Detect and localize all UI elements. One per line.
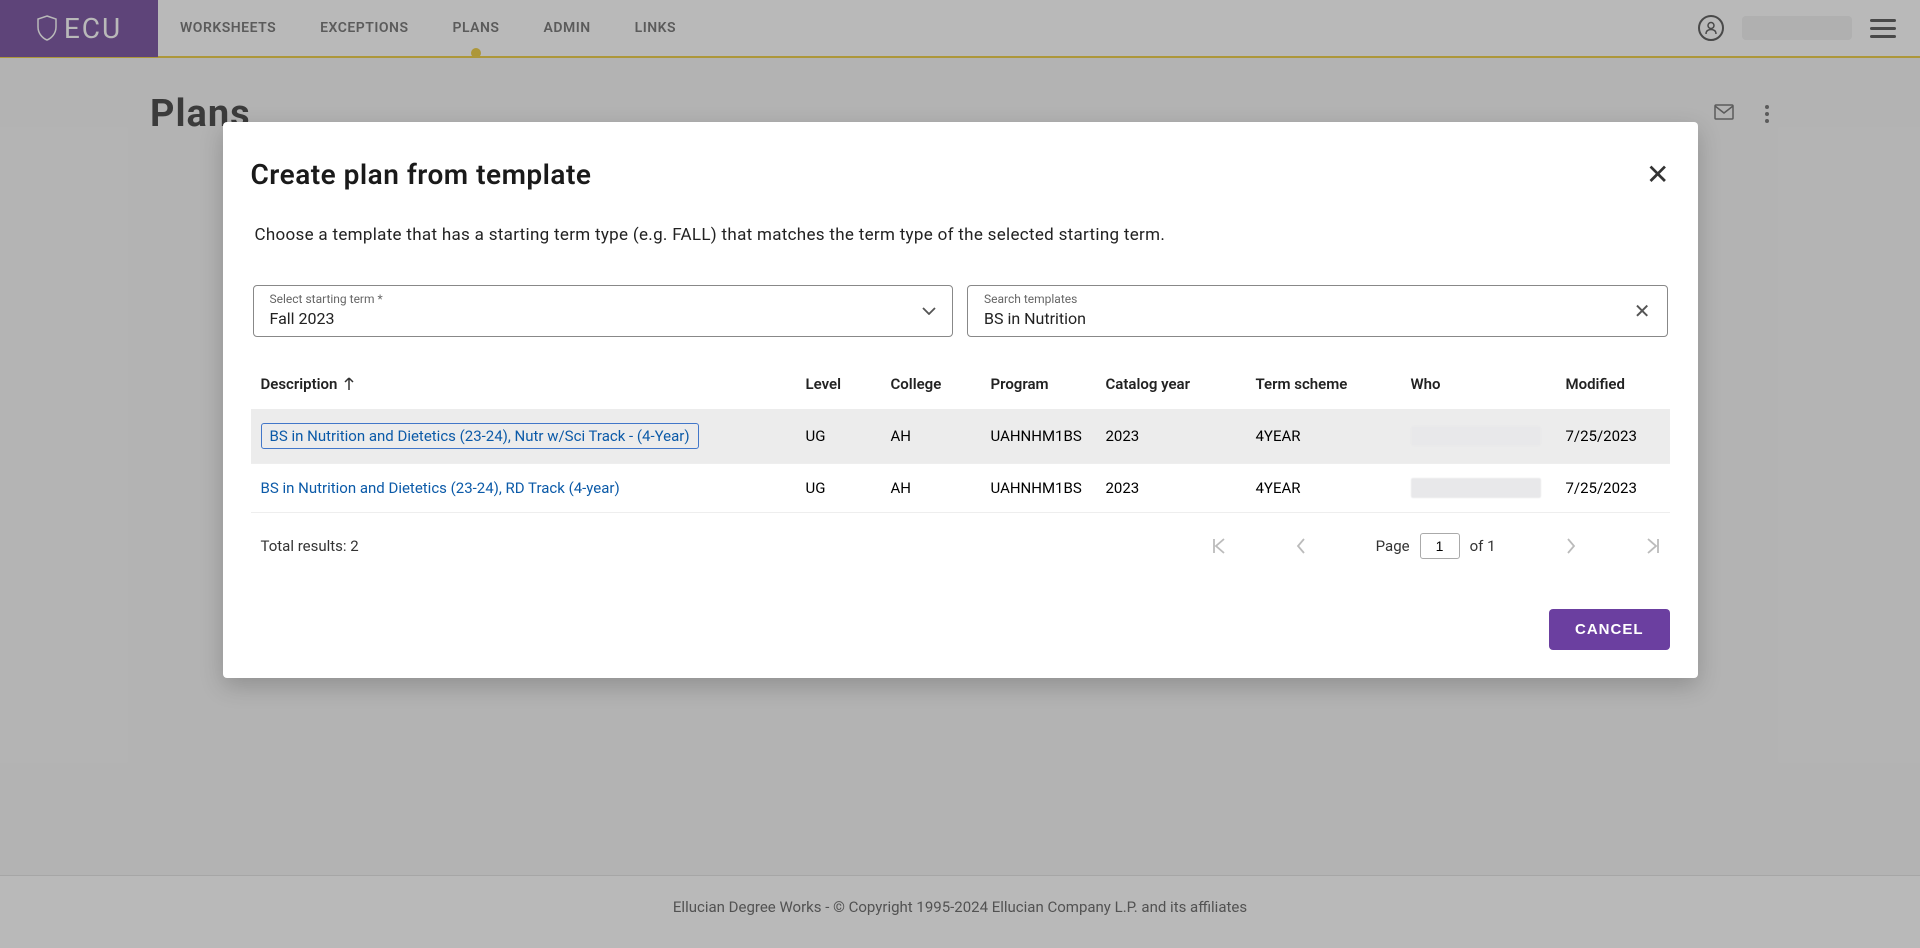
col-modified[interactable]: Modified (1566, 375, 1660, 393)
page-label: Page (1376, 537, 1410, 555)
close-icon[interactable]: ✕ (1646, 161, 1669, 189)
col-college[interactable]: College (891, 375, 991, 393)
pagination: Page of 1 (1212, 533, 1660, 559)
who-redacted (1411, 478, 1541, 498)
template-link[interactable]: BS in Nutrition and Dietetics (23-24), R… (261, 479, 620, 497)
cell-catalog: 2023 (1106, 479, 1256, 497)
modal-controls: Select starting term * Fall 2023 Search … (251, 285, 1670, 337)
col-level[interactable]: Level (806, 375, 891, 393)
sort-asc-icon (343, 377, 355, 391)
cell-modified: 7/25/2023 (1566, 427, 1660, 445)
cell-catalog: 2023 (1106, 427, 1256, 445)
col-description[interactable]: Description (261, 375, 806, 393)
template-link[interactable]: BS in Nutrition and Dietetics (23-24), N… (261, 423, 699, 449)
cell-level: UG (806, 427, 891, 445)
chevron-down-icon (922, 307, 936, 315)
col-who[interactable]: Who (1411, 375, 1566, 393)
starting-term-value: Fall 2023 (270, 309, 335, 328)
results-count: Total results: 2 (261, 537, 359, 555)
search-label: Search templates (984, 292, 1077, 306)
table-header: Description Level College Program Catalo… (251, 375, 1670, 409)
cell-scheme: 4YEAR (1256, 479, 1411, 497)
page-input[interactable] (1420, 533, 1460, 559)
col-description-label: Description (261, 375, 338, 393)
cell-level: UG (806, 479, 891, 497)
cell-program: UAHNHM1BS (991, 427, 1106, 445)
table-footer: Total results: 2 Page of 1 (251, 513, 1670, 569)
col-scheme[interactable]: Term scheme (1256, 375, 1411, 393)
last-page-icon[interactable] (1646, 538, 1660, 554)
modal-title: Create plan from template (251, 158, 592, 191)
col-program[interactable]: Program (991, 375, 1106, 393)
table-body: BS in Nutrition and Dietetics (23-24), N… (251, 409, 1670, 513)
modal-overlay: Create plan from template ✕ Choose a tem… (0, 0, 1920, 948)
first-page-icon[interactable] (1212, 538, 1226, 554)
cell-modified: 7/25/2023 (1566, 479, 1660, 497)
next-page-icon[interactable] (1566, 538, 1576, 554)
cell-who (1411, 478, 1566, 498)
starting-term-label: Select starting term * (270, 292, 383, 306)
search-templates-input[interactable]: Search templates BS in Nutrition ✕ (967, 285, 1668, 337)
cancel-button[interactable]: CANCEL (1549, 609, 1670, 650)
cell-college: AH (891, 427, 991, 445)
prev-page-icon[interactable] (1296, 538, 1306, 554)
cell-program: UAHNHM1BS (991, 479, 1106, 497)
who-redacted (1411, 426, 1541, 446)
page-of: of 1 (1470, 537, 1496, 555)
cell-who (1411, 426, 1566, 446)
create-plan-modal: Create plan from template ✕ Choose a tem… (223, 122, 1698, 678)
table-row[interactable]: BS in Nutrition and Dietetics (23-24), N… (251, 409, 1670, 464)
cell-scheme: 4YEAR (1256, 427, 1411, 445)
cell-college: AH (891, 479, 991, 497)
table-row[interactable]: BS in Nutrition and Dietetics (23-24), R… (251, 464, 1670, 513)
clear-search-icon[interactable]: ✕ (1634, 299, 1651, 323)
page-control: Page of 1 (1376, 533, 1496, 559)
col-catalog[interactable]: Catalog year (1106, 375, 1256, 393)
modal-actions: CANCEL (251, 609, 1670, 650)
modal-header: Create plan from template ✕ (251, 158, 1670, 191)
starting-term-select[interactable]: Select starting term * Fall 2023 (253, 285, 954, 337)
modal-instruction: Choose a template that has a starting te… (251, 225, 1670, 245)
search-value: BS in Nutrition (984, 309, 1086, 328)
